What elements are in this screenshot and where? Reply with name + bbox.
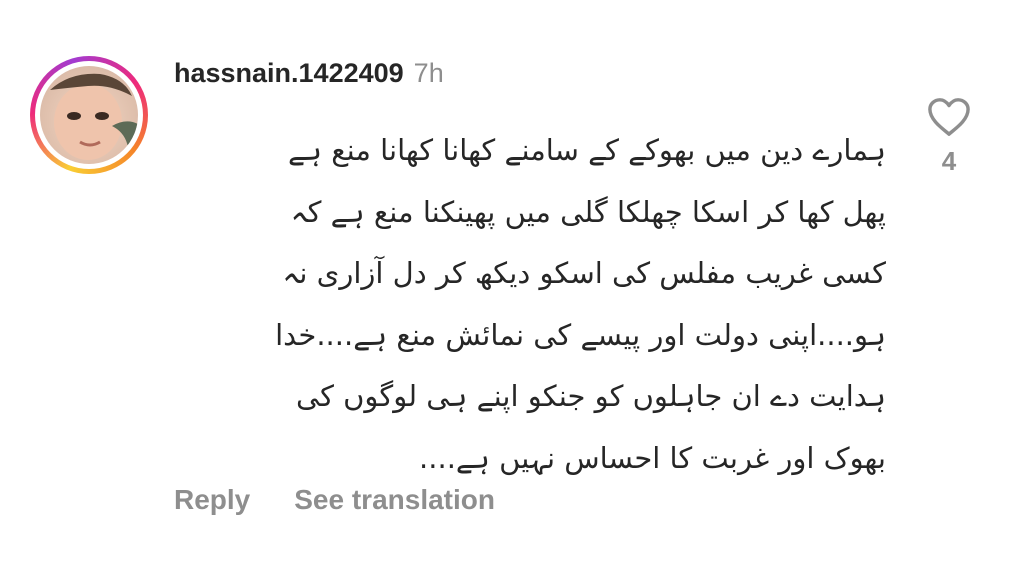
comment-screen: ⁀ hassnain.1422409 <box>0 0 1024 585</box>
previous-comment-fragment: ⁀ <box>186 0 209 14</box>
like-column: 4 <box>920 96 978 177</box>
avatar-ring-gap <box>35 61 143 169</box>
like-count: 4 <box>941 146 957 176</box>
comment-text-line: ہمارے دین میں بھوکے کے سامنے کھانا کھانا… <box>288 133 886 167</box>
comment-text: ہمارے دین میں بھوکے کے سامنے کھانا کھانا… <box>200 120 886 489</box>
heart-icon[interactable] <box>926 96 972 138</box>
comment-header: hassnain.1422409 7h <box>174 58 444 89</box>
comment-text-line: ہدایت دے ان جاہلوں کو جنکو اپنے ہی لوگوں… <box>295 379 886 413</box>
comment-text-line: ہو....اپنی دولت اور پیسے کی نمائش منع ہے… <box>275 317 886 352</box>
avatar[interactable] <box>40 66 138 164</box>
comment-text-line: کسی غریب مفلس کی اسکو دیکھ کر دل آزاری ن… <box>282 256 886 290</box>
comment-actions: Reply See translation <box>174 484 495 516</box>
comment-text-line: بھوک اور غربت کا احساس نہیں ہے.... <box>419 440 886 475</box>
comment-timestamp: 7h <box>413 58 444 88</box>
username[interactable]: hassnain.1422409 <box>174 58 404 89</box>
comment-text-line: پھل کھا کر اسکا چھلکا گلی میں پھینکنا من… <box>290 194 886 229</box>
avatar-story-ring[interactable] <box>30 56 148 174</box>
reply-button[interactable]: Reply <box>174 484 250 516</box>
see-translation-button[interactable]: See translation <box>294 484 495 516</box>
